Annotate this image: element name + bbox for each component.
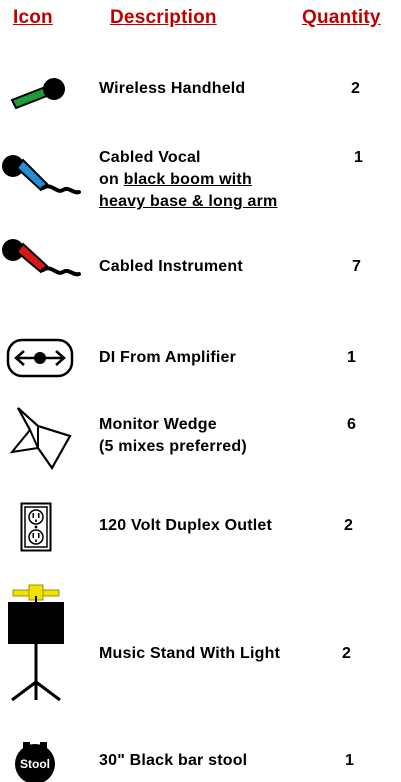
- column-header-description: Description: [110, 7, 217, 28]
- monitor-wedge-icon: [8, 404, 78, 474]
- column-header-icon: Icon: [13, 7, 53, 28]
- row-quantity: 6: [347, 416, 356, 433]
- wireless-mic-icon: [8, 76, 66, 110]
- duplex-outlet-icon: [20, 502, 52, 552]
- di-box-icon: [6, 338, 74, 378]
- row-description: Monitor Wedge (5 mixes preferred): [99, 416, 247, 455]
- music-stand-light-icon: [6, 582, 66, 704]
- bar-stool-label: Stool: [20, 757, 50, 771]
- row-description: 120 Volt Duplex Outlet: [99, 517, 273, 534]
- row-quantity: 2: [342, 645, 351, 662]
- row-description: Cabled Instrument: [99, 258, 243, 275]
- row-quantity: 7: [352, 258, 361, 275]
- row-quantity: 1: [354, 149, 363, 166]
- column-header-quantity: Quantity: [302, 7, 381, 28]
- cabled-vocal-mic-icon: [1, 152, 81, 200]
- cabled-instrument-mic-icon: [1, 236, 81, 282]
- row-description: 30" Black bar stool: [99, 752, 248, 769]
- row-description: DI From Amplifier: [99, 349, 237, 366]
- row-description: Music Stand With Light: [99, 645, 281, 662]
- row-quantity: 2: [344, 517, 353, 534]
- row-quantity: 2: [351, 80, 360, 97]
- row-description: Cabled Vocal on black boom with heavy ba…: [99, 149, 278, 210]
- row-description: Wireless Handheld: [99, 80, 246, 97]
- row-quantity: 1: [345, 752, 354, 769]
- bar-stool-icon: Stool: [10, 740, 60, 782]
- row-quantity: 1: [347, 349, 356, 366]
